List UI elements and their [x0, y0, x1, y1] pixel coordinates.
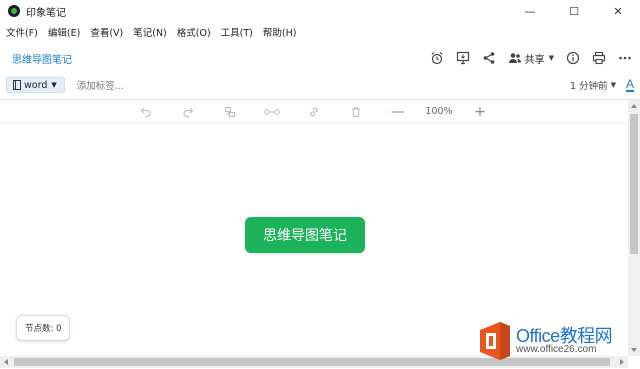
node-count-badge: 节点数: 0: [16, 315, 71, 341]
title-bar: 印象笔记 — ☐ ✕: [0, 0, 640, 22]
note-actions: 共享 ▼: [418, 44, 632, 72]
share-label: 共享: [524, 54, 545, 66]
trash-icon: [352, 106, 360, 117]
print-button[interactable]: [592, 51, 606, 65]
zoom-out-button[interactable]: —: [377, 104, 419, 120]
presentation-icon: [456, 51, 469, 65]
add-tag-input[interactable]: 添加标签...: [77, 78, 124, 92]
office-logo-icon: [480, 322, 510, 360]
modified-time[interactable]: 1 分钟前: [570, 78, 608, 92]
menu-bar: 文件(F) 编辑(E) 查看(V) 笔记(N) 格式(O) 工具(T) 帮助(H…: [0, 22, 640, 42]
insert-link-button[interactable]: [293, 106, 335, 118]
share-link-button[interactable]: [482, 51, 496, 65]
zoom-in-button[interactable]: +: [459, 104, 501, 120]
more-options-button[interactable]: [618, 51, 632, 65]
delete-node-button[interactable]: [335, 106, 377, 118]
scroll-up-icon[interactable]: [631, 104, 637, 108]
root-node[interactable]: 思维导图笔记: [245, 217, 365, 253]
notebook-icon: [13, 80, 21, 90]
menu-format[interactable]: 格式(O): [177, 25, 211, 39]
alarm-clock-icon: [431, 52, 443, 65]
window-title: 印象笔记: [26, 7, 66, 19]
connect-nodes-button[interactable]: [251, 107, 293, 117]
share-nodes-icon: [483, 52, 494, 64]
present-button[interactable]: [456, 51, 470, 65]
evernote-logo-icon: [8, 5, 20, 17]
tag-bar-right: 1 分钟前 ▼ A: [570, 74, 634, 96]
link-icon: [310, 107, 318, 116]
add-node-icon: [225, 106, 235, 117]
reminder-button[interactable]: [430, 51, 444, 65]
printer-icon: [592, 51, 606, 65]
watermark: Office教程网 www.office26.com: [476, 320, 636, 366]
notebook-selector[interactable]: word ▼: [6, 77, 65, 93]
close-button[interactable]: ✕: [596, 0, 640, 22]
font-format-icon[interactable]: A: [625, 78, 634, 92]
minimize-button[interactable]: —: [508, 0, 552, 22]
chevron-down-icon: ▼: [51, 81, 57, 89]
scroll-left-icon[interactable]: [4, 359, 8, 365]
zoom-level: 100%: [425, 106, 453, 117]
more-horizontal-icon: [619, 56, 631, 60]
vertical-scrollbar[interactable]: [628, 100, 640, 356]
chevron-down-icon: ▼: [610, 81, 616, 89]
connection-icon: [264, 108, 280, 115]
redo-button[interactable]: [167, 106, 209, 118]
undo-icon: [140, 107, 151, 117]
maximize-button[interactable]: ☐: [552, 0, 596, 22]
menu-tools[interactable]: 工具(T): [221, 25, 253, 39]
chevron-down-icon: ▼: [548, 54, 554, 62]
users-icon: [508, 53, 521, 63]
note-title[interactable]: 思维导图笔记: [12, 51, 72, 66]
info-icon: [566, 51, 580, 65]
mindmap-toolbar: — 100% +: [0, 100, 626, 124]
menu-help[interactable]: 帮助(H): [263, 25, 297, 39]
window-controls: — ☐ ✕: [508, 0, 640, 22]
share-button[interactable]: 共享 ▼: [508, 51, 554, 66]
menu-file[interactable]: 文件(F): [6, 25, 38, 39]
tag-bar: word ▼ 添加标签... 1 分钟前 ▼ A: [0, 74, 640, 96]
vertical-scroll-thumb[interactable]: [630, 114, 638, 254]
menu-view[interactable]: 查看(V): [90, 25, 123, 39]
watermark-url: www.office26.com: [516, 344, 597, 355]
notebook-name: word: [24, 79, 48, 91]
note-header: 思维导图笔记 共享 ▼: [0, 44, 640, 72]
add-child-node-button[interactable]: [209, 106, 251, 118]
redo-icon: [183, 107, 194, 117]
menu-note[interactable]: 笔记(N): [133, 25, 167, 39]
menu-edit[interactable]: 编辑(E): [48, 25, 80, 39]
info-button[interactable]: [566, 51, 580, 65]
undo-button[interactable]: [125, 106, 167, 118]
